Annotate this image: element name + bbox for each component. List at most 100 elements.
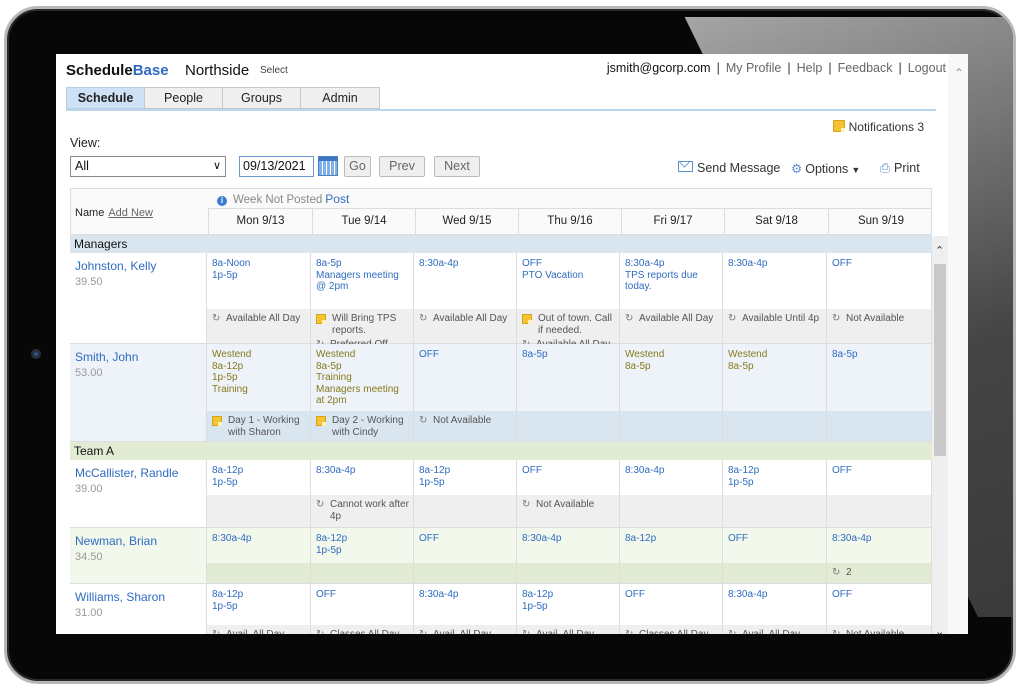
shift-text[interactable]: 8a-12p	[625, 533, 656, 545]
shift-text[interactable]: 8a-5p	[522, 349, 548, 361]
availability-item[interactable]: ↻ Available All Day	[212, 313, 306, 325]
availability-item[interactable]: ↻Classes All Day	[625, 629, 718, 634]
shift-cell[interactable]: OFF↻Not Available	[517, 460, 620, 527]
shift-text[interactable]: 8a-12p 1p-5p	[212, 465, 243, 488]
shift-cell[interactable]: 8a-12p 1p-5p	[207, 460, 311, 527]
grid-scrollbar[interactable]: ⌃ ⌄	[932, 236, 948, 634]
shift-cell[interactable]: 8a-12p 1p-5p	[723, 460, 827, 527]
shift-cell[interactable]: OFF ↻Classes All Day	[311, 584, 414, 634]
availability-item[interactable]: Out of town. Call if needed.	[522, 313, 615, 336]
shift-text[interactable]: Westend 8a-5p	[728, 349, 767, 372]
availability-item[interactable]: ↻Classes All Day	[316, 629, 409, 634]
shift-text[interactable]: 8a-12p 1p-5p	[728, 465, 759, 488]
shift-text[interactable]: 8a-12p 1p-5p	[522, 589, 553, 612]
shift-text[interactable]: 8:30a-4p TPS reports due today.	[625, 258, 698, 293]
shift-text[interactable]: OFF	[316, 589, 336, 601]
shift-cell[interactable]: OFF ↻Classes All Day	[620, 584, 723, 634]
availability-item[interactable]: ↻ Available All Day	[419, 313, 512, 325]
availability-item[interactable]: ↻Not Available	[832, 629, 927, 634]
shift-text[interactable]: 8a-Noon 1p-5p	[212, 258, 250, 281]
shift-cell[interactable]: 8a-12p	[620, 528, 723, 583]
shift-cell[interactable]: 8a-12p 1p-5p ↻Avail. All Day	[517, 584, 620, 634]
shift-cell[interactable]: Westend 8a-5p Training Managers meeting …	[311, 344, 414, 441]
shift-text[interactable]: OFF	[522, 465, 542, 477]
view-select[interactable]: All ∨	[70, 156, 226, 177]
shift-text[interactable]: 8a-5p	[832, 349, 858, 361]
availability-item[interactable]: ↻Avail. All Day	[419, 629, 512, 634]
shift-cell[interactable]: OFF	[827, 460, 932, 527]
shift-text[interactable]: 8:30a-4p	[728, 258, 767, 270]
options-button[interactable]: ⚙ Options ▼	[791, 161, 860, 176]
tab-groups[interactable]: Groups	[222, 87, 301, 109]
shift-cell[interactable]: 8a-Noon 1p-5p ↻ Available All Day	[207, 253, 311, 343]
availability-item[interactable]: ↻Avail. All Day	[212, 629, 306, 634]
shift-cell[interactable]: 8:30a-4p	[620, 460, 723, 527]
location-select-link[interactable]: Select	[260, 65, 288, 76]
shift-text[interactable]: 8:30a-4p	[316, 465, 355, 477]
person-name-link[interactable]: Williams, Sharon	[75, 590, 165, 604]
shift-cell[interactable]: 8a-12p 1p-5p	[311, 528, 414, 583]
shift-text[interactable]: OFF	[419, 349, 439, 361]
feedback-link[interactable]: Feedback	[838, 61, 893, 75]
page-scrollbar-track[interactable]	[948, 54, 968, 634]
shift-cell[interactable]: 8a-12p 1p-5p ↻Avail. All Day	[207, 584, 311, 634]
shift-text[interactable]: 8:30a-4p	[625, 465, 664, 477]
page-scroll-up-icon[interactable]: ⌃	[954, 66, 964, 80]
shift-text[interactable]: 8:30a-4p	[832, 533, 871, 545]
help-link[interactable]: Help	[797, 61, 823, 75]
add-new-link[interactable]: Add New	[108, 207, 153, 219]
shift-cell[interactable]: OFF ↻Not Available	[827, 253, 932, 343]
shift-cell[interactable]: 8:30a-4p ↻ 2	[827, 528, 932, 583]
availability-item[interactable]: ↻ Cannot work after 4p	[316, 499, 409, 522]
logout-link[interactable]: Logout	[908, 61, 946, 75]
availability-item[interactable]: ↻Avail. All Day	[522, 629, 615, 634]
shift-cell[interactable]: 8a-5p	[517, 344, 620, 441]
shift-cell[interactable]: 8:30a-4p ↻ Available Until 4p	[723, 253, 827, 343]
shift-text[interactable]: OFF	[832, 589, 852, 601]
tab-schedule[interactable]: Schedule	[66, 87, 145, 109]
availability-item[interactable]: Day 1 - Working with Sharon	[212, 415, 306, 438]
scroll-down-icon[interactable]: ⌄	[935, 625, 944, 634]
availability-item[interactable]: ↻Not Available	[419, 415, 512, 427]
scrollbar-thumb[interactable]	[934, 264, 946, 456]
shift-text[interactable]: OFF	[728, 533, 748, 545]
shift-cell[interactable]: 8:30a-4p ↻ Available All Day	[414, 253, 517, 343]
availability-item[interactable]: Day 2 - Working with Cindy	[316, 415, 409, 438]
person-name-link[interactable]: Smith, John	[75, 350, 138, 364]
shift-cell[interactable]: OFF PTO Vacation Out of town. Call if nee…	[517, 253, 620, 350]
shift-cell[interactable]: Westend 8a-12p 1p-5p Training Day 1 - Wor…	[207, 344, 311, 441]
shift-text[interactable]: OFF PTO Vacation	[522, 258, 583, 281]
calendar-icon[interactable]	[318, 156, 338, 176]
availability-item[interactable]: Will Bring TPS reports.	[316, 313, 409, 336]
tab-people[interactable]: People	[144, 87, 223, 109]
availability-item[interactable]: ↻Not Available	[832, 313, 927, 325]
availability-item[interactable]: ↻ 2	[832, 567, 927, 579]
tab-admin[interactable]: Admin	[300, 87, 380, 109]
shift-text[interactable]: OFF	[832, 258, 852, 270]
person-name-link[interactable]: Johnston, Kelly	[75, 259, 156, 273]
shift-text[interactable]: OFF	[625, 589, 645, 601]
next-button[interactable]: Next	[434, 156, 480, 177]
availability-item[interactable]: ↻ Available All Day	[625, 313, 718, 325]
shift-cell[interactable]: Westend 8a-5p	[620, 344, 723, 441]
date-input[interactable]: 09/13/2021	[239, 156, 314, 177]
go-button[interactable]: Go	[344, 156, 371, 177]
my-profile-link[interactable]: My Profile	[726, 61, 782, 75]
shift-text[interactable]: OFF	[419, 533, 439, 545]
shift-text[interactable]: 8a-12p 1p-5p	[316, 533, 347, 556]
availability-item[interactable]: ↻ Available Until 4p	[728, 313, 822, 325]
shift-cell[interactable]: 8:30a-4p ↻ Cannot work after 4p	[311, 460, 414, 527]
shift-cell[interactable]: 8:30a-4p	[517, 528, 620, 583]
shift-cell[interactable]: OFF ↻Not Available	[827, 584, 932, 634]
shift-cell[interactable]: 8a-5p Managers meeting @ 2pm Will Bring T…	[311, 253, 414, 350]
person-name-link[interactable]: Newman, Brian	[75, 534, 157, 548]
shift-text[interactable]: Westend 8a-12p 1p-5p Training	[212, 349, 251, 395]
scroll-up-icon[interactable]: ⌃	[935, 244, 944, 257]
send-message-button[interactable]: Send Message	[678, 161, 780, 175]
shift-cell[interactable]: 8:30a-4p	[207, 528, 311, 583]
shift-text[interactable]: Westend 8a-5p Training Managers meeting …	[316, 349, 399, 407]
shift-text[interactable]: 8:30a-4p	[212, 533, 251, 545]
shift-cell[interactable]: OFF	[723, 528, 827, 583]
shift-cell[interactable]: Westend 8a-5p	[723, 344, 827, 441]
shift-text[interactable]: 8:30a-4p	[419, 258, 458, 270]
